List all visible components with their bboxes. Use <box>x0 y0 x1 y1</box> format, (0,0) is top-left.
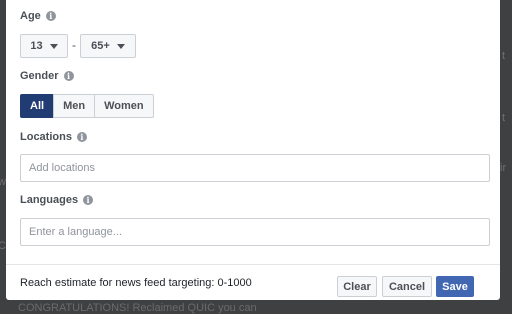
targeting-dialog: Age i 13 - 65+ Gender i All Men Women Lo… <box>6 0 500 300</box>
gender-segmented-control: All Men Women <box>20 94 154 118</box>
backdrop-text: CONGRATULATIONS! Reclaimed QUIC you can <box>18 302 257 314</box>
locations-label: Locations <box>20 131 72 143</box>
save-button[interactable]: Save <box>436 276 474 297</box>
age-label: Age <box>20 10 41 22</box>
clear-button[interactable]: Clear <box>337 276 377 297</box>
info-icon[interactable]: i <box>76 132 87 142</box>
info-icon[interactable]: i <box>63 71 74 81</box>
age-separator: - <box>72 38 76 52</box>
info-icon[interactable]: i <box>83 195 94 205</box>
info-icon[interactable]: i <box>45 11 56 21</box>
languages-input[interactable] <box>20 218 490 246</box>
locations-label-row: Locations i <box>20 131 87 143</box>
caret-down-icon <box>49 43 58 49</box>
age-max-select[interactable]: 65+ <box>80 34 136 58</box>
age-label-row: Age i <box>20 10 56 22</box>
gender-label: Gender <box>20 70 59 82</box>
gender-option-women[interactable]: Women <box>94 94 154 118</box>
backdrop-text: ir <box>500 162 507 174</box>
age-min-value: 13 <box>30 40 43 52</box>
languages-label-row: Languages i <box>20 194 94 206</box>
age-min-select[interactable]: 13 <box>20 34 68 58</box>
age-max-value: 65+ <box>91 40 110 52</box>
gender-option-men[interactable]: Men <box>53 94 96 118</box>
gender-label-row: Gender i <box>20 70 74 82</box>
languages-label: Languages <box>20 194 79 206</box>
backdrop-text: t <box>502 50 506 62</box>
gender-option-all[interactable]: All <box>20 94 55 118</box>
footer-divider <box>6 264 500 265</box>
cancel-button[interactable]: Cancel <box>382 276 432 297</box>
locations-input[interactable] <box>20 154 490 182</box>
backdrop-text: t <box>502 112 506 124</box>
reach-estimate: Reach estimate for news feed targeting: … <box>20 277 252 289</box>
caret-down-icon <box>116 43 125 49</box>
